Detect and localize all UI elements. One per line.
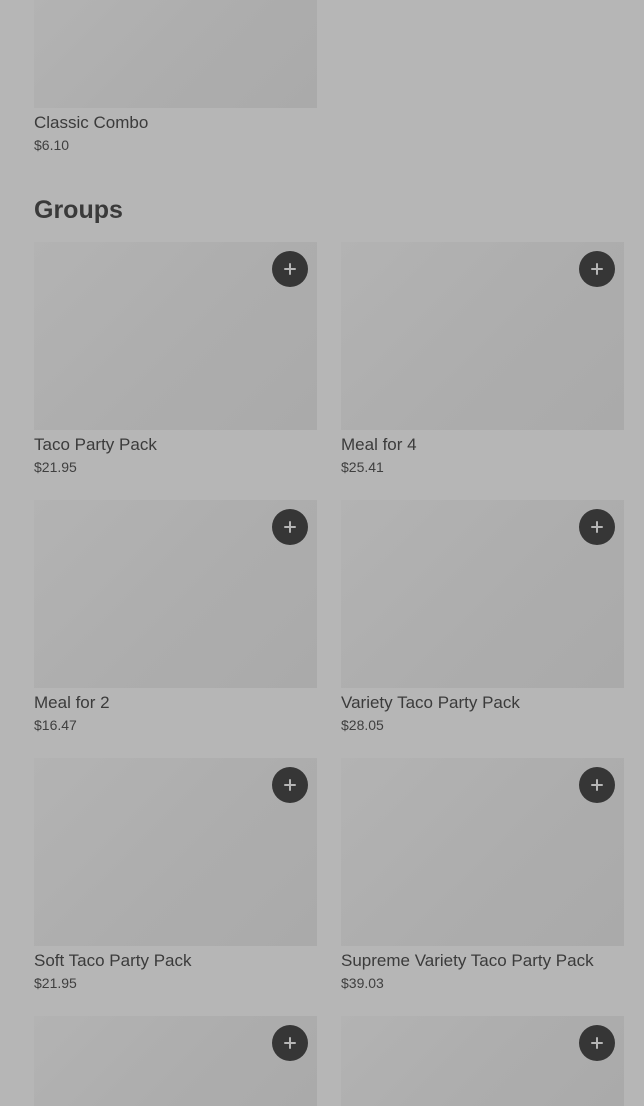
item-image[interactable] [34, 500, 317, 688]
add-to-cart-button[interactable] [272, 767, 308, 803]
menu-page: Classic Combo $6.10 Groups Taco Party Pa… [0, 0, 644, 1106]
menu-item-variety-taco-party-pack[interactable]: Variety Taco Party Pack $28.05 [341, 500, 624, 735]
menu-item-taco-party-pack[interactable]: Taco Party Pack $21.95 [34, 242, 317, 477]
add-to-cart-button[interactable] [579, 767, 615, 803]
add-to-cart-button[interactable] [272, 1025, 308, 1061]
item-price: $21.95 [34, 975, 77, 991]
add-to-cart-button[interactable] [272, 251, 308, 287]
item-image[interactable] [34, 1016, 317, 1106]
item-name: Meal for 2 [34, 693, 110, 712]
menu-item-partial[interactable] [34, 1016, 317, 1106]
plus-icon [284, 263, 296, 275]
item-price: $16.47 [34, 717, 77, 733]
item-image[interactable] [341, 242, 624, 430]
item-name: Supreme Variety Taco Party Pack [341, 951, 594, 970]
item-image[interactable] [341, 500, 624, 688]
item-image[interactable] [341, 758, 624, 946]
item-price: $28.05 [341, 717, 384, 733]
item-price: $6.10 [34, 137, 70, 153]
item-image[interactable] [34, 242, 317, 430]
plus-icon [591, 1037, 603, 1049]
menu-item-classic-combo[interactable]: Classic Combo $6.10 [34, 0, 317, 155]
item-name: Meal for 4 [341, 435, 417, 454]
add-to-cart-button[interactable] [579, 509, 615, 545]
plus-icon [591, 263, 603, 275]
item-image[interactable] [34, 758, 317, 946]
add-to-cart-button[interactable] [579, 251, 615, 287]
menu-item-supreme-variety-taco-party-pack[interactable]: Supreme Variety Taco Party Pack $39.03 [341, 758, 624, 993]
item-price: $25.41 [341, 459, 384, 475]
add-to-cart-button[interactable] [272, 509, 308, 545]
item-price: $21.95 [34, 459, 77, 475]
menu-item-meal-for-2[interactable]: Meal for 2 $16.47 [34, 500, 317, 735]
plus-icon [284, 1037, 296, 1049]
menu-item-soft-taco-party-pack[interactable]: Soft Taco Party Pack $21.95 [34, 758, 317, 993]
menu-item-meal-for-4[interactable]: Meal for 4 $25.41 [341, 242, 624, 477]
plus-icon [284, 779, 296, 791]
item-name: Variety Taco Party Pack [341, 693, 520, 712]
item-image[interactable] [34, 0, 317, 108]
menu-item-partial[interactable] [341, 1016, 624, 1106]
plus-icon [591, 521, 603, 533]
item-name: Classic Combo [34, 113, 149, 132]
item-image[interactable] [341, 1016, 624, 1106]
item-price: $39.03 [341, 975, 384, 991]
plus-icon [284, 521, 296, 533]
section-title-groups: Groups [34, 196, 123, 224]
plus-icon [591, 779, 603, 791]
item-name: Soft Taco Party Pack [34, 951, 192, 970]
item-name: Taco Party Pack [34, 435, 157, 454]
add-to-cart-button[interactable] [579, 1025, 615, 1061]
